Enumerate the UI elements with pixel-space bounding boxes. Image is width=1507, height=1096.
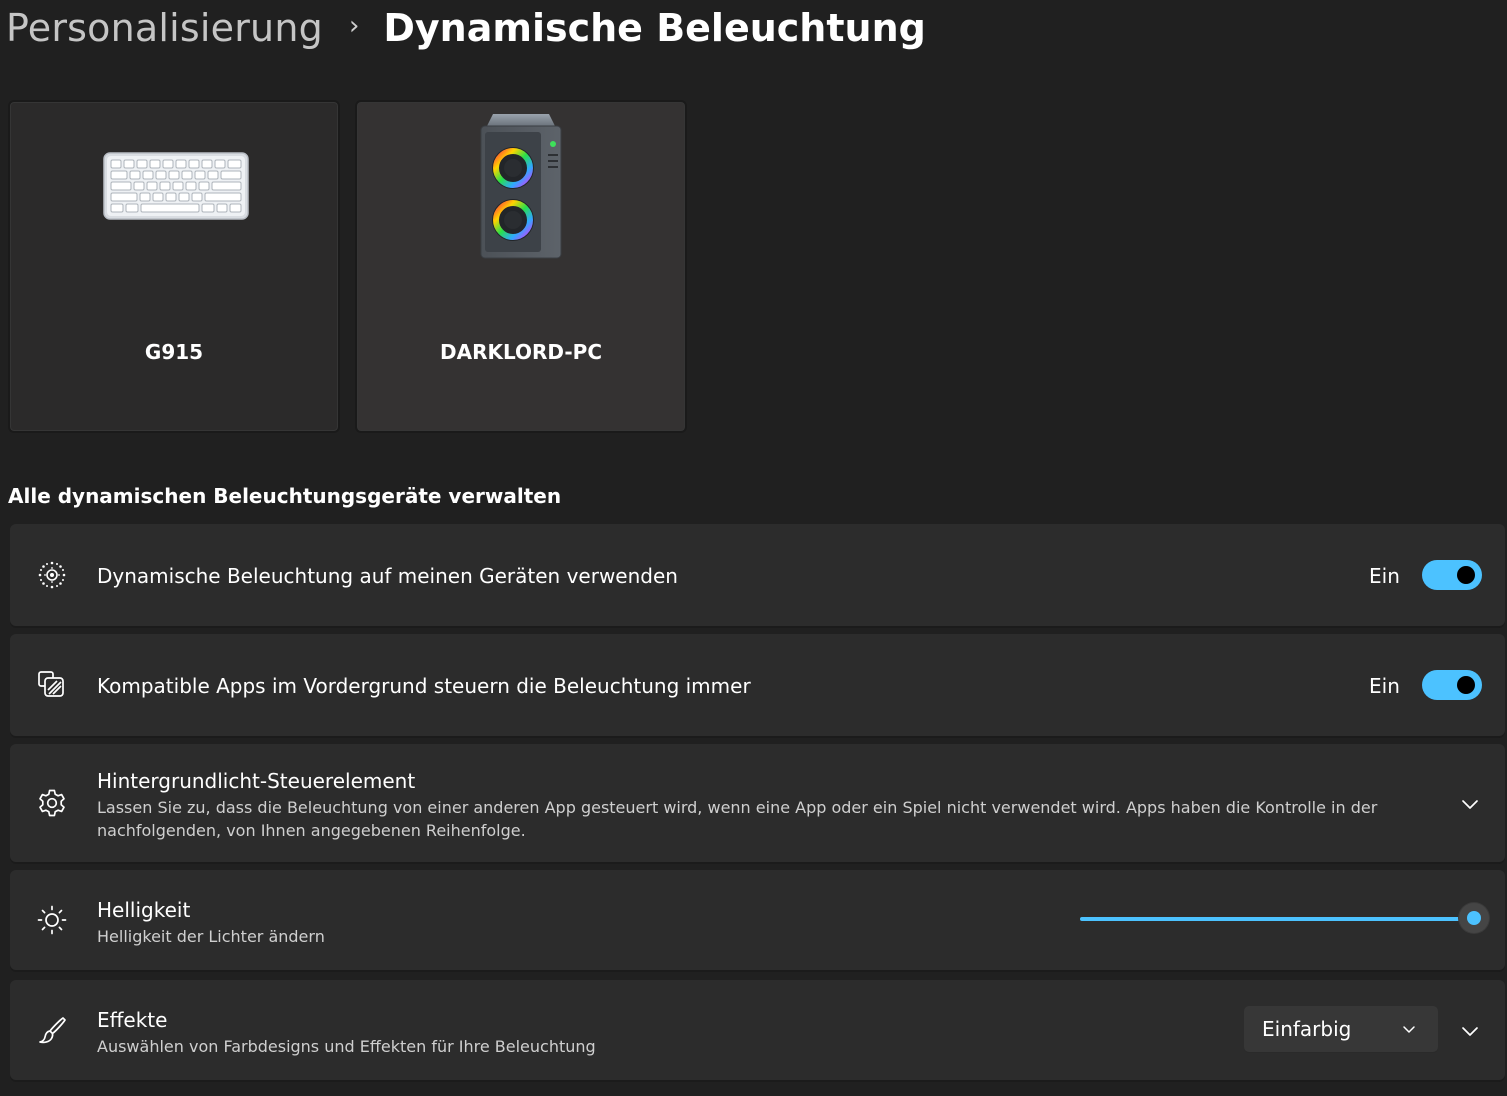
page-title: Dynamische Beleuchtung [383,6,926,50]
setting-use-dynamic-lighting: Dynamische Beleuchtung auf meinen Geräte… [10,524,1505,626]
effects-dropdown[interactable]: Einfarbig [1244,1006,1438,1052]
device-name: DARKLORD-PC [439,340,603,364]
brightness-slider-track[interactable] [1080,917,1470,921]
setting-title: Kompatible Apps im Vordergrund steuern d… [97,674,751,698]
toggle-state-label: Ein [1369,674,1400,698]
device-card-g915[interactable]: G915 [8,100,340,433]
breadcrumb: Personalisierung › Dynamische Beleuchtun… [6,0,926,56]
chevron-down-icon [1403,1026,1415,1033]
dynamic-lighting-toggle[interactable] [1422,560,1482,590]
setting-brightness: Helligkeit Helligkeit der Lichter ändern [10,870,1505,970]
setting-background-control[interactable]: Hintergrundlicht-Steuerelement Lassen Si… [10,744,1505,862]
section-title: Alle dynamischen Beleuchtungsgeräte verw… [8,484,562,508]
toggle-knob [1457,676,1475,694]
foreground-apps-icon [38,671,64,697]
brush-icon [39,1017,66,1044]
setting-title: Effekte [97,1008,168,1032]
chevron-down-icon[interactable] [1460,794,1480,814]
setting-title: Hintergrundlicht-Steuerelement [97,769,416,793]
setting-description: Auswählen von Farbdesigns und Effekten f… [97,1037,596,1056]
pc-tower-icon [480,114,562,259]
toggle-knob [1457,566,1475,584]
lighting-icon [38,561,66,589]
setting-title: Helligkeit [97,898,191,922]
toggle-state-label: Ein [1369,564,1400,588]
setting-title: Dynamische Beleuchtung auf meinen Geräte… [97,564,678,588]
foreground-apps-toggle[interactable] [1422,670,1482,700]
breadcrumb-separator-icon: › [348,11,360,41]
gear-icon [39,789,65,817]
device-card-darklord-pc[interactable]: DARKLORD-PC [355,100,687,433]
sun-icon [37,905,67,935]
dropdown-selected-value: Einfarbig [1262,1017,1352,1041]
breadcrumb-parent-link[interactable]: Personalisierung [6,6,323,50]
slider-thumb-inner [1467,911,1481,925]
keyboard-icon [103,152,249,220]
device-name: G915 [144,340,204,364]
chevron-down-icon[interactable] [1460,1021,1480,1041]
setting-description: Lassen Sie zu, dass die Beleuchtung von … [97,798,1378,840]
brightness-slider-thumb[interactable] [1459,903,1489,933]
setting-effects[interactable]: Effekte Auswählen von Farbdesigns und Ef… [10,980,1505,1080]
setting-description: Helligkeit der Lichter ändern [97,927,325,946]
setting-foreground-apps: Kompatible Apps im Vordergrund steuern d… [10,634,1505,736]
